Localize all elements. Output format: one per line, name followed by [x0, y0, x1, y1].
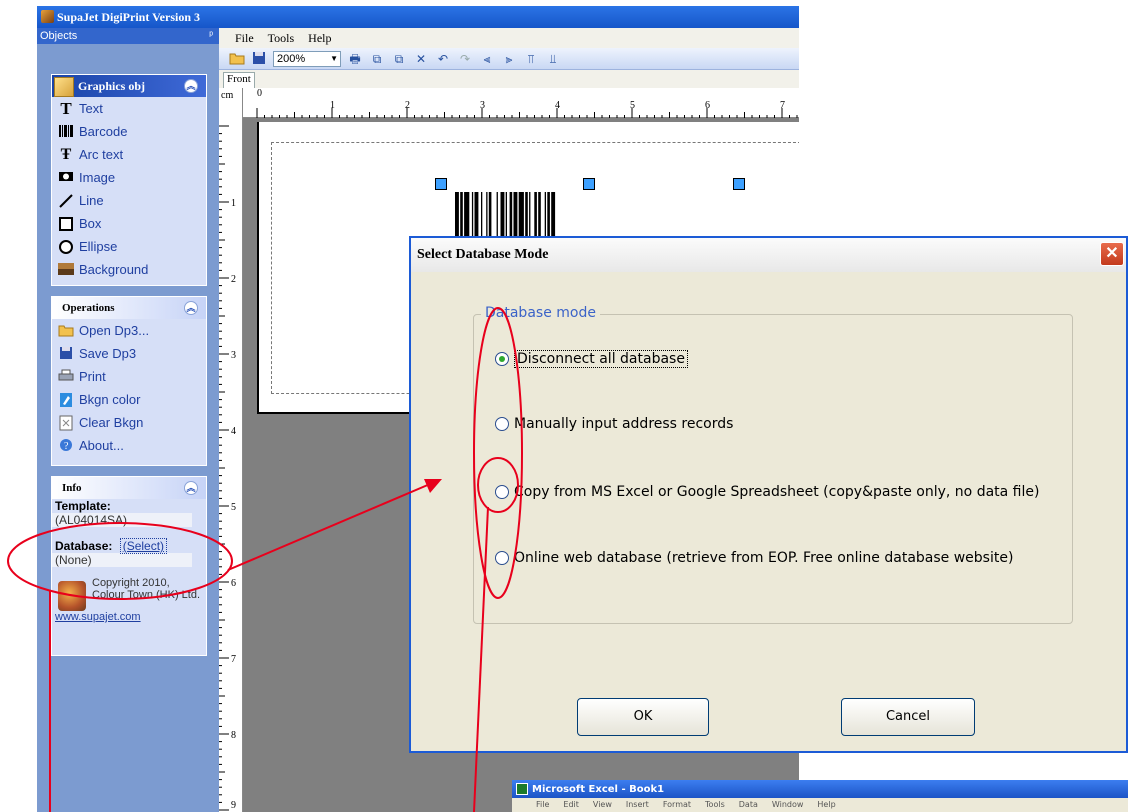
annotation-ellipse-copy-option — [477, 457, 519, 513]
annotation-ellipse-radio-column — [473, 307, 523, 599]
annotation-ellipse-database — [7, 522, 233, 600]
annotation-arrow-line — [227, 483, 431, 571]
annotation-overlay — [7, 307, 523, 812]
